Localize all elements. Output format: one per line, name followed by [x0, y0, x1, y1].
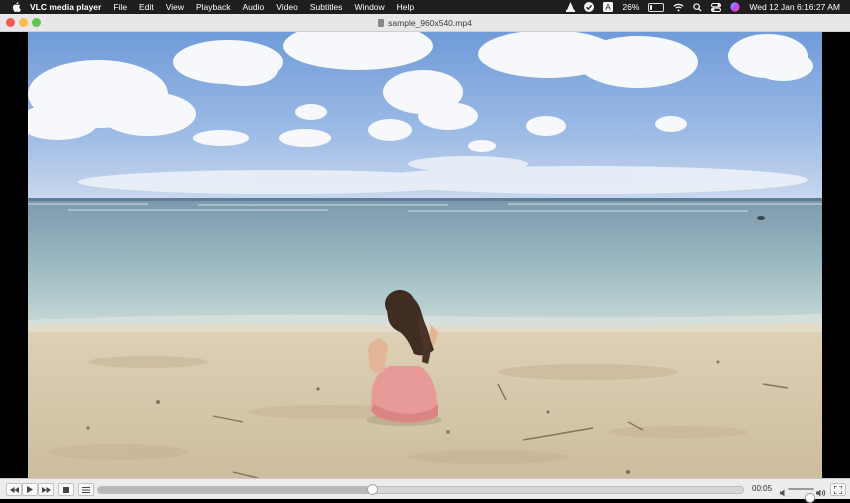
rewind-button[interactable] — [6, 483, 22, 496]
control-center-icon[interactable] — [711, 2, 722, 12]
menu-app-name[interactable]: VLC media player — [22, 2, 107, 12]
menu-file[interactable]: File — [107, 2, 133, 12]
menu-audio[interactable]: Audio — [236, 2, 270, 12]
menu-edit[interactable]: Edit — [133, 2, 160, 12]
search-icon[interactable] — [693, 2, 702, 12]
menu-view[interactable]: View — [160, 2, 190, 12]
fullscreen-icon — [834, 485, 842, 494]
playback-controls: 00:05 — [0, 478, 850, 503]
elapsed-time[interactable]: 00:05 — [752, 484, 772, 493]
siri-icon[interactable] — [730, 2, 741, 12]
timeline-slider[interactable] — [97, 484, 744, 495]
play-button[interactable] — [22, 483, 38, 496]
timeline-knob[interactable] — [367, 484, 379, 495]
text-input-icon[interactable]: A — [603, 2, 614, 12]
stop-icon — [63, 486, 69, 493]
play-icon — [27, 486, 33, 493]
timeline-progress — [98, 487, 373, 493]
rewind-icon — [9, 486, 19, 493]
fast-forward-button[interactable] — [38, 483, 54, 496]
checkmark-circle-icon[interactable] — [584, 2, 595, 12]
menu-help[interactable]: Help — [391, 2, 420, 12]
volume-low-icon[interactable] — [780, 484, 787, 502]
menu-bar: VLC media player File Edit View Playback… — [0, 0, 850, 14]
vlc-icon[interactable] — [566, 2, 576, 12]
window-title: sample_960x540.mp4 — [388, 17, 472, 28]
menu-subtitles[interactable]: Subtitles — [304, 2, 349, 12]
video-image — [28, 32, 822, 478]
menu-playback[interactable]: Playback — [190, 2, 237, 12]
menu-video[interactable]: Video — [270, 2, 304, 12]
menu-window[interactable]: Window — [348, 2, 390, 12]
volume-knob[interactable] — [804, 493, 815, 503]
stop-button[interactable] — [58, 483, 74, 496]
playlist-button[interactable] — [78, 483, 94, 496]
wifi-icon[interactable] — [673, 3, 684, 12]
clock[interactable]: Wed 12 Jan 6:16:27 AM — [749, 2, 840, 12]
volume-slider[interactable] — [788, 488, 815, 503]
apple-icon[interactable] — [10, 2, 22, 12]
document-icon — [378, 18, 385, 27]
window-titlebar: sample_960x540.mp4 — [0, 14, 850, 32]
battery-percent: 26% — [622, 2, 640, 12]
video-area[interactable] — [0, 32, 850, 478]
fast-forward-icon — [41, 486, 51, 493]
playlist-icon — [82, 486, 90, 493]
volume-high-icon[interactable] — [816, 484, 826, 502]
fullscreen-button[interactable] — [830, 483, 846, 496]
battery-icon[interactable] — [648, 2, 665, 12]
svg-text:A: A — [606, 3, 612, 12]
video-frame[interactable] — [28, 32, 822, 478]
